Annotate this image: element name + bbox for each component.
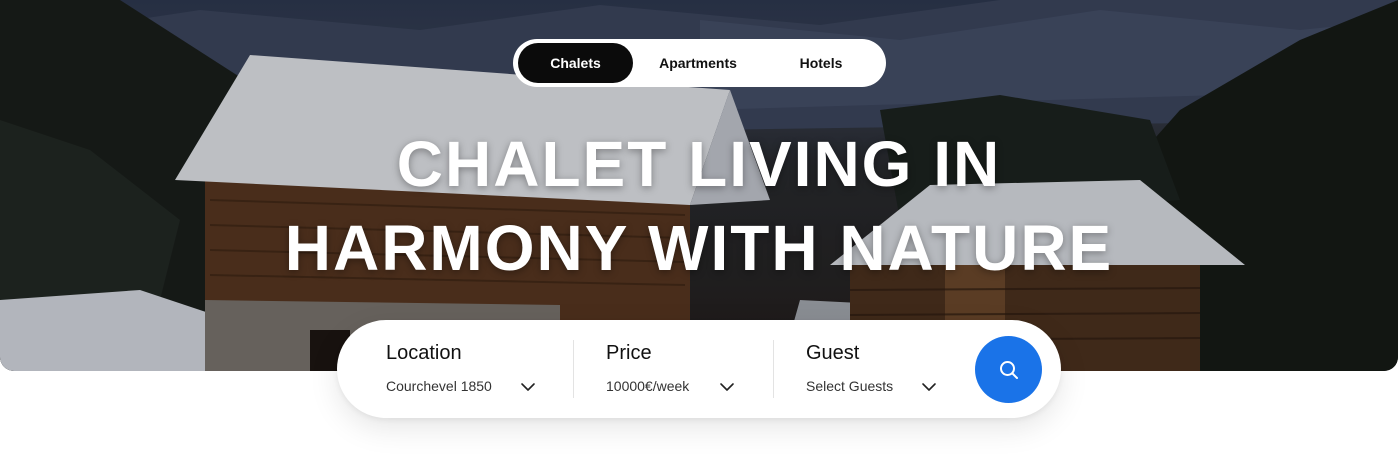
hero-banner: Chalets Apartments Hotels CHALET LIVING … [0, 0, 1398, 371]
hero-headline: CHALET LIVING IN HARMONY WITH NATURE [0, 122, 1398, 290]
search-button[interactable] [975, 336, 1042, 403]
price-field[interactable]: Price 10000€/week [606, 320, 782, 418]
tab-hotels[interactable]: Hotels [763, 43, 879, 83]
chevron-down-icon[interactable] [519, 378, 537, 396]
headline-line-2: HARMONY WITH NATURE [284, 212, 1114, 284]
search-icon [999, 360, 1018, 379]
property-type-tabs: Chalets Apartments Hotels [513, 39, 886, 87]
chevron-down-icon[interactable] [718, 378, 736, 396]
field-divider [573, 340, 574, 398]
location-label: Location [386, 342, 462, 364]
price-value: 10000€/week [606, 378, 690, 394]
guest-field[interactable]: Guest Select Guests [806, 320, 982, 418]
chevron-down-icon[interactable] [920, 378, 938, 396]
price-label: Price [606, 342, 652, 364]
guest-value: Select Guests [806, 378, 894, 394]
field-divider [773, 340, 774, 398]
tab-apartments[interactable]: Apartments [633, 43, 763, 83]
guest-label: Guest [806, 342, 860, 364]
location-value: Courchevel 1850 [386, 378, 492, 394]
headline-line-1: CHALET LIVING IN [396, 128, 1002, 200]
search-bar: Location Courchevel 1850 Price 10000€/we… [337, 320, 1061, 418]
location-field[interactable]: Location Courchevel 1850 [386, 320, 572, 418]
tab-chalets[interactable]: Chalets [518, 43, 633, 83]
